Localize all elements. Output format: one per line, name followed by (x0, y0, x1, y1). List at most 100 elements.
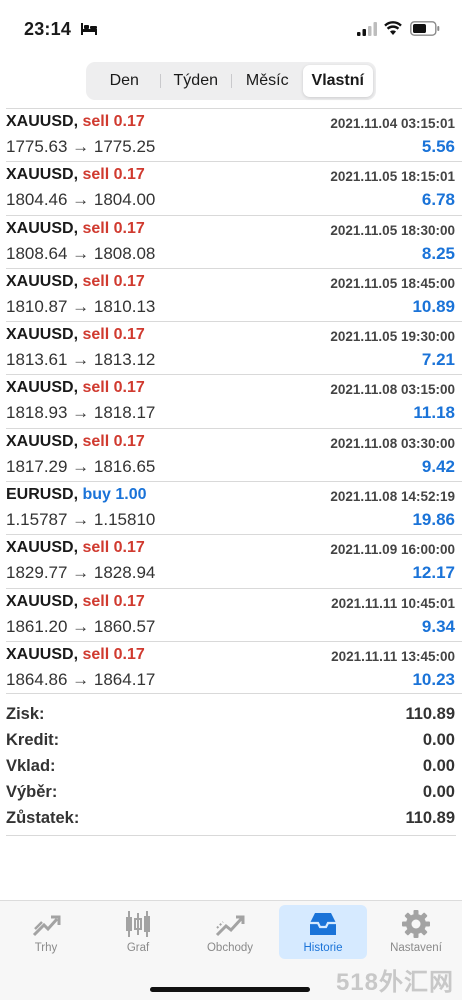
trade-symbol: XAUUSD, sell 0.17 (6, 166, 145, 184)
trade-prices: 1817.29 → 1816.65 (6, 456, 156, 476)
symbol-name: XAUUSD, (6, 539, 79, 557)
trade-prices: 1775.63 → 1775.25 (6, 137, 156, 156)
summary-value: 0.00 (422, 756, 455, 775)
trade-prices: 1808.64 → 1808.08 (6, 243, 156, 263)
symbol-name: XAUUSD, (6, 432, 79, 450)
trade-chart-icon (215, 915, 245, 937)
trade-prices: 1818.93 → 1818.17 (6, 403, 156, 423)
segment-den[interactable]: Den (89, 65, 160, 97)
tab-historie[interactable]: Historie (279, 905, 367, 959)
status-bar: 23:14 (0, 0, 462, 58)
trade-symbol: EURUSD, buy 1.00 (6, 486, 147, 504)
trade-prices: 1810.87 → 1810.13 (6, 296, 156, 316)
history-row[interactable]: XAUUSD, sell 0.17 2021.11.11 10:45:01 1861… (6, 587, 462, 641)
tab-nastaveni[interactable]: Nastavení (372, 905, 460, 959)
symbol-name: XAUUSD, (6, 592, 79, 610)
tab-graf[interactable]: Graf (94, 905, 182, 959)
summary-label: Kredit: (6, 730, 60, 749)
trade-profit: 12.17 (412, 563, 455, 583)
trade-symbol: XAUUSD, sell 0.17 (6, 593, 145, 611)
period-segment-control: Den Týden Měsíc Vlastní (86, 62, 376, 100)
trade-time: 2021.11.04 03:15:01 (330, 116, 455, 131)
trade-type: sell 0.17 (82, 166, 145, 184)
bed-icon (81, 23, 97, 35)
summary-row: Výběr: 0.00 (6, 779, 456, 805)
tab-trhy[interactable]: Trhy (2, 905, 90, 959)
history-row[interactable]: XAUUSD, sell 0.17 2021.11.09 16:00:00 1829… (6, 534, 462, 587)
trade-time: 2021.11.05 18:15:01 (330, 169, 455, 185)
home-indicator[interactable] (150, 987, 310, 992)
history-row[interactable]: XAUUSD, sell 0.17 2021.11.08 03:15:00 1818… (6, 374, 462, 427)
trade-symbol: XAUUSD, sell 0.17 (6, 326, 145, 344)
symbol-name: EURUSD, (6, 486, 79, 504)
trade-time: 2021.11.11 13:45:00 (331, 648, 455, 664)
tab-label-graf: Graf (126, 942, 150, 954)
segment-vlastni[interactable]: Vlastní (302, 65, 373, 97)
tab-label-historie: Historie (303, 942, 343, 954)
trade-symbol: XAUUSD, sell 0.17 (6, 433, 145, 451)
history-row[interactable]: XAUUSD, sell 0.17 2021.11.05 18:45:00 1810… (6, 267, 462, 321)
tab-obchody[interactable]: Obchody (186, 905, 274, 959)
trade-time: 2021.11.05 18:45:00 (330, 275, 455, 291)
summary-divider (6, 835, 456, 836)
history-list: XAUUSD, sell 0.17 2021.11.04 03:15:01 1775… (0, 108, 462, 695)
segment-tyden[interactable]: Týden (161, 65, 232, 97)
trade-profit: 9.42 (421, 456, 455, 476)
summary-row: Kredit: 0.00 (6, 727, 456, 753)
wifi-icon (384, 21, 402, 35)
trade-type: sell 0.17 (82, 113, 145, 130)
trade-profit: 19.86 (412, 510, 455, 530)
summary-value: 0.00 (422, 730, 455, 749)
summary-value: 0.00 (422, 782, 455, 801)
trade-symbol: XAUUSD, sell 0.17 (6, 646, 145, 664)
trade-profit: 6.78 (421, 190, 455, 210)
trade-symbol: XAUUSD, sell 0.17 (6, 220, 145, 238)
summary-row: Zisk: 110.89 (6, 701, 456, 727)
symbol-name: XAUUSD, (6, 219, 79, 237)
tab-label-trhy: Trhy (34, 942, 58, 954)
history-row[interactable]: EURUSD, buy 1.00 2021.11.08 14:52:19 1.157… (6, 481, 462, 534)
trade-symbol: XAUUSD, sell 0.17 (6, 379, 145, 397)
trade-time: 2021.11.08 14:52:19 (330, 489, 455, 505)
trade-prices: 1813.61 → 1813.12 (6, 350, 156, 370)
history-row[interactable]: XAUUSD, sell 0.17 2021.11.05 18:30:00 1808… (6, 214, 462, 268)
summary-label: Výběr: (6, 782, 58, 801)
symbol-name: XAUUSD, (6, 166, 79, 184)
trade-time: 2021.11.08 03:30:00 (330, 435, 455, 451)
symbol-name: XAUUSD, (6, 645, 79, 663)
summary-block: Zisk: 110.89 Kredit: 0.00 Vklad: 0.00 Výběr: 0.… (6, 701, 456, 831)
trade-prices: 1864.86 → 1864.17 (6, 669, 156, 689)
history-row[interactable]: XAUUSD, sell 0.17 2021.11.08 03:30:00 1817… (6, 427, 462, 481)
trade-type: sell 0.17 (82, 272, 145, 290)
cellular-signal-icon (357, 22, 377, 36)
summary-value: 110.89 (405, 704, 455, 723)
trade-prices: 1861.20 → 1860.57 (6, 616, 156, 636)
trade-profit: 8.25 (421, 243, 455, 263)
candlestick-icon (126, 911, 150, 937)
history-row[interactable]: XAUUSD, sell 0.17 2021.11.05 19:30:00 1813… (6, 321, 462, 374)
trend-arrows-icon (32, 915, 61, 937)
trade-prices: 1829.77 → 1828.94 (6, 563, 156, 583)
summary-label: Zisk: (6, 704, 45, 723)
trade-type: sell 0.17 (82, 379, 145, 397)
trade-prices: 1804.46 → 1804.00 (6, 190, 156, 210)
trade-profit: 9.34 (421, 616, 455, 636)
history-row[interactable]: XAUUSD, sell 0.17 2021.11.04 03:15:01 1775… (6, 108, 462, 161)
segment-mesic[interactable]: Měsíc (232, 65, 303, 97)
summary-label: Zůstatek: (6, 808, 80, 827)
trade-symbol: XAUUSD, sell 0.17 (6, 539, 145, 557)
symbol-name: XAUUSD, (6, 326, 79, 344)
trade-time: 2021.11.08 03:15:00 (330, 382, 455, 398)
symbol-name: XAUUSD, (6, 272, 79, 290)
trade-type: buy 1.00 (82, 486, 147, 504)
trade-profit: 10.89 (412, 296, 455, 316)
status-time: 23:14 (24, 19, 72, 39)
history-row[interactable]: XAUUSD, sell 0.17 2021.11.11 13:45:00 1864… (6, 640, 462, 695)
trade-type: sell 0.17 (82, 326, 145, 344)
summary-row: Zůstatek: 110.89 (6, 805, 456, 831)
gear-icon (402, 910, 430, 938)
trade-symbol: XAUUSD, sell 0.17 (6, 273, 145, 291)
symbol-name: XAUUSD, (6, 379, 79, 397)
tab-label-obchody: Obchody (206, 942, 254, 954)
history-row[interactable]: XAUUSD, sell 0.17 2021.11.05 18:15:01 1804… (6, 161, 462, 214)
